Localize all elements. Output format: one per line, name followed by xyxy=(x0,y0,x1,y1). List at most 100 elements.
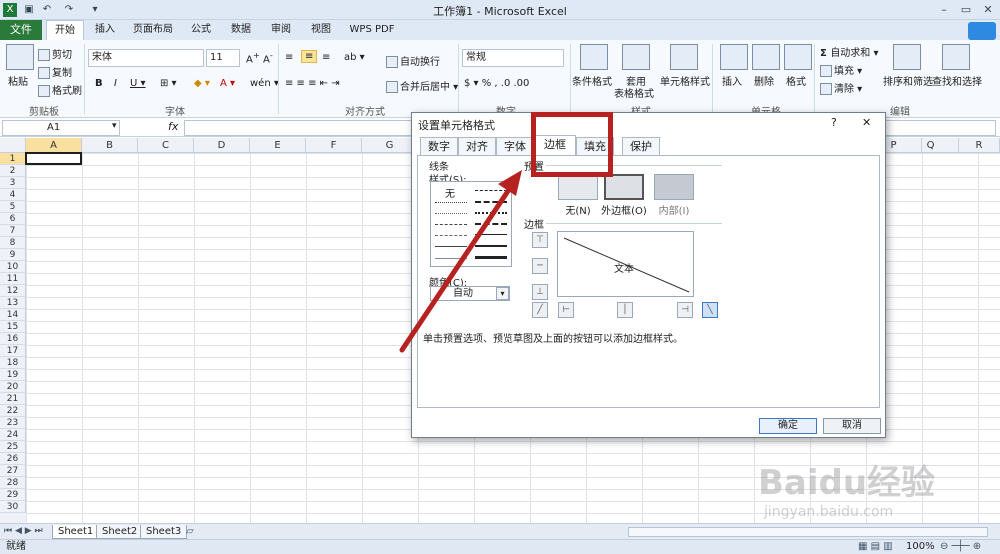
phonetic-icon[interactable]: wén ▾ xyxy=(250,78,279,89)
row-header[interactable]: 28 xyxy=(0,477,26,489)
underline-icon[interactable]: U ▾ xyxy=(130,78,146,89)
row-header[interactable]: 1 xyxy=(0,153,26,165)
tab-wps-pdf[interactable]: WPS PDF xyxy=(344,20,400,40)
column-header[interactable]: G xyxy=(362,138,418,153)
insert-cells-icon[interactable] xyxy=(720,44,748,70)
delete-cells-button[interactable]: 删除 xyxy=(754,73,774,88)
close-icon[interactable]: ✕ xyxy=(978,2,998,18)
row-header[interactable]: 20 xyxy=(0,381,26,393)
number-format-icons[interactable]: $ ▾ % , .0 .00 xyxy=(464,78,529,89)
column-header[interactable]: F xyxy=(306,138,362,153)
paste-button[interactable]: 粘贴 xyxy=(8,73,28,88)
row-header[interactable]: 10 xyxy=(0,261,26,273)
tab-review[interactable]: 审阅 xyxy=(266,20,296,40)
preset-none-button[interactable] xyxy=(558,174,598,200)
conditional-format-button[interactable]: 条件格式 xyxy=(572,73,612,88)
clear-button[interactable]: 清除 ▾ xyxy=(820,80,862,95)
table-format-icon[interactable] xyxy=(622,44,650,70)
name-box-dropdown-icon[interactable]: ▾ xyxy=(112,121,117,131)
row-header[interactable]: 23 xyxy=(0,417,26,429)
merge-center-button[interactable]: 合并后居中 ▾ xyxy=(386,78,458,93)
row-header[interactable]: 9 xyxy=(0,249,26,261)
align-middle-icon[interactable]: ≡ xyxy=(301,50,318,63)
column-header[interactable]: A xyxy=(26,138,82,153)
align-bottom-icon[interactable]: ≡ xyxy=(322,52,330,63)
sheet-tab[interactable]: Sheet3 xyxy=(140,525,188,539)
sort-filter-button[interactable]: 排序和筛选 xyxy=(883,73,933,88)
tab-data[interactable]: 数据 xyxy=(226,20,256,40)
tab-page-layout[interactable]: 页面布局 xyxy=(128,20,178,40)
format-cells-button[interactable]: 格式 xyxy=(786,73,806,88)
border-preview[interactable]: 文本 xyxy=(557,231,694,297)
format-cells-icon[interactable] xyxy=(784,44,812,70)
font-color-icon[interactable]: A ▾ xyxy=(220,78,235,89)
row-header[interactable]: 5 xyxy=(0,201,26,213)
row-header[interactable]: 30 xyxy=(0,501,26,513)
border-icon[interactable]: ⊞ ▾ xyxy=(160,78,177,89)
close-icon[interactable]: ✕ xyxy=(862,116,871,129)
row-header[interactable]: 6 xyxy=(0,213,26,225)
row-header[interactable]: 17 xyxy=(0,345,26,357)
fill-button[interactable]: 填充 ▾ xyxy=(820,62,862,77)
row-header[interactable]: 27 xyxy=(0,465,26,477)
font-size-combo[interactable]: 11 xyxy=(206,49,240,67)
cell-style-button[interactable]: 单元格样式 xyxy=(660,73,710,88)
row-header[interactable]: 11 xyxy=(0,273,26,285)
preset-inside-button[interactable] xyxy=(654,174,694,200)
row-header[interactable]: 22 xyxy=(0,405,26,417)
row-header[interactable]: 29 xyxy=(0,489,26,501)
tab-home[interactable]: 开始 xyxy=(46,20,84,40)
row-header[interactable]: 25 xyxy=(0,441,26,453)
border-center-button[interactable]: │ xyxy=(617,302,633,318)
tab-protection[interactable]: 保护 xyxy=(622,137,660,155)
row-header[interactable]: 26 xyxy=(0,453,26,465)
restore-icon[interactable]: ▭ xyxy=(956,2,976,18)
format-painter-button[interactable]: 格式刷 xyxy=(38,82,82,97)
row-header[interactable]: 8 xyxy=(0,237,26,249)
row-header[interactable]: 15 xyxy=(0,321,26,333)
row-header[interactable]: 12 xyxy=(0,285,26,297)
paste-icon[interactable] xyxy=(6,44,34,70)
tab-file[interactable]: 文件 xyxy=(0,20,42,40)
column-header[interactable]: B xyxy=(82,138,138,153)
column-header[interactable]: Q xyxy=(903,138,959,153)
fx-button[interactable]: fx xyxy=(168,120,178,133)
cancel-button[interactable]: 取消 xyxy=(823,418,881,434)
tab-number[interactable]: 数字 xyxy=(420,137,458,155)
row-header[interactable]: 24 xyxy=(0,429,26,441)
autosum-button[interactable]: Σ 自动求和 ▾ xyxy=(820,44,879,59)
number-format-combo[interactable]: 常规 xyxy=(462,49,564,67)
row-header[interactable]: 19 xyxy=(0,369,26,381)
row-header[interactable]: 14 xyxy=(0,309,26,321)
tab-formulas[interactable]: 公式 xyxy=(186,20,216,40)
bold-icon[interactable]: B xyxy=(95,78,103,89)
align-top-icon[interactable]: ≡ xyxy=(285,52,293,63)
column-header[interactable]: C xyxy=(138,138,194,153)
align-left-icon[interactable]: ≡ ≡ ≡ ⇤ ⇥ xyxy=(285,78,340,89)
copy-button[interactable]: 复制 xyxy=(38,64,72,79)
sheet-tab[interactable]: Sheet1 xyxy=(52,525,100,539)
name-box[interactable]: A1 xyxy=(2,120,120,136)
new-sheet-icon[interactable]: ▱ xyxy=(186,526,194,537)
minimize-icon[interactable]: – xyxy=(934,2,954,18)
find-select-button[interactable]: 查找和选择 xyxy=(932,73,982,88)
row-header[interactable]: 13 xyxy=(0,297,26,309)
row-header[interactable]: 18 xyxy=(0,357,26,369)
grow-font-icon[interactable]: A+ A- xyxy=(246,50,273,65)
find-select-icon[interactable] xyxy=(942,44,970,70)
row-header[interactable]: 3 xyxy=(0,177,26,189)
column-header[interactable]: E xyxy=(250,138,306,153)
border-diagonal-down-button[interactable]: ╲ xyxy=(702,302,718,318)
zoom-slider[interactable]: ⊖ ─┼─ ⊕ xyxy=(940,540,981,554)
row-header[interactable]: 2 xyxy=(0,165,26,177)
tab-view[interactable]: 视图 xyxy=(306,20,336,40)
preset-outline-button[interactable] xyxy=(604,174,644,200)
row-header[interactable]: 16 xyxy=(0,333,26,345)
wrap-text-button[interactable]: 自动换行 xyxy=(386,53,440,68)
ok-button[interactable]: 确定 xyxy=(759,418,817,434)
cloud-icon[interactable] xyxy=(968,22,996,40)
sheet-tab[interactable]: Sheet2 xyxy=(96,525,144,539)
italic-icon[interactable]: I xyxy=(114,78,117,89)
sheet-nav-icon[interactable]: ⏮ ◀ ▶ ⏭ xyxy=(4,526,43,536)
column-header[interactable]: R xyxy=(959,138,1000,153)
